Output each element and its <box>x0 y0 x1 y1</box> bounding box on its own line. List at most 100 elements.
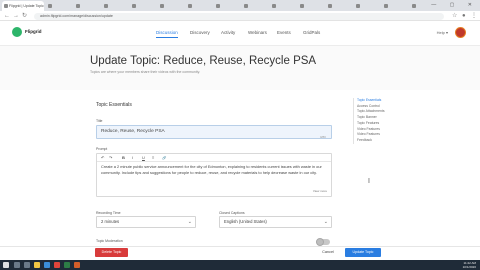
browser-tab[interactable] <box>74 1 100 11</box>
tab-favicon-icon <box>104 4 108 8</box>
title-input[interactable]: Reduce, Reuse, Recycle PSA <box>96 125 332 139</box>
editor-toolbar: ↶ ↷ B I U ≡ 🔗 <box>97 154 331 162</box>
tab-favicon-icon <box>132 4 136 8</box>
recording-time-select[interactable]: 2 minutes ⌄ <box>96 216 196 228</box>
undo-icon[interactable]: ↶ <box>101 155 104 161</box>
star-icon[interactable]: ☆ <box>452 12 457 20</box>
recording-time-value: 2 minutes <box>101 219 120 224</box>
title-char-counter: 0/80 <box>320 135 326 139</box>
tab-favicon-icon <box>4 4 8 8</box>
update-topic-button[interactable]: Update Topic <box>345 248 381 257</box>
url-field[interactable]: admin.flipgrid.com/manage/discussion/upd… <box>34 12 444 20</box>
chevron-down-icon: ⌄ <box>187 219 192 225</box>
browser-tab[interactable] <box>46 1 72 11</box>
menu-dots-icon[interactable]: ⋮ <box>471 12 477 20</box>
help-menu[interactable]: Help ▾ <box>437 30 448 35</box>
recording-time-label: Recording Time <box>96 211 121 215</box>
address-bar-row: ← → ↻ admin.flipgrid.com/manage/discussi… <box>0 11 480 21</box>
closed-captions-value: English (United States) <box>224 219 267 224</box>
view-more-link[interactable]: View more <box>313 189 327 193</box>
tab-favicon-icon <box>76 4 80 8</box>
closed-captions-select[interactable]: English (United States) ⌄ <box>219 216 332 228</box>
browser-tab[interactable] <box>102 1 128 11</box>
nav-gridpals[interactable]: GridPals <box>303 30 320 35</box>
logo-text: Flipgrid <box>25 29 42 34</box>
bold-button[interactable]: B <box>122 155 125 161</box>
action-bar <box>0 246 480 260</box>
browser-tab[interactable] <box>214 1 240 11</box>
file-explorer-icon[interactable] <box>34 262 40 268</box>
browser-tab[interactable] <box>186 1 212 11</box>
nav-webinars[interactable]: Webinars <box>248 30 267 35</box>
nav-activity[interactable]: Activity <box>221 30 235 35</box>
app-header: Flipgrid Discussion Discovery Activity W… <box>0 21 480 46</box>
toggle-knob <box>316 238 324 246</box>
task-view-icon[interactable] <box>24 262 30 268</box>
app-icon[interactable] <box>74 262 80 268</box>
windows-start-icon[interactable] <box>3 262 9 268</box>
moderation-toggle[interactable] <box>316 238 330 246</box>
title-band <box>0 46 480 90</box>
tab-favicon-icon <box>48 4 52 8</box>
underline-button[interactable]: U <box>142 155 145 161</box>
browser-tab-active[interactable]: Flipgrid | Update Topic <box>2 1 44 11</box>
title-label: Title <box>96 119 103 123</box>
app-icon[interactable] <box>64 262 70 268</box>
tab-favicon-icon <box>160 4 164 8</box>
sidenav-feedback[interactable]: Feedback <box>354 138 413 144</box>
browser-tab-strip: Flipgrid | Update Topic — ▢ ✕ <box>0 0 480 11</box>
window-controls[interactable]: — ▢ ✕ <box>431 0 478 11</box>
section-sidenav: Topic Essentials Access Control Topic At… <box>353 98 413 144</box>
nav-discovery[interactable]: Discovery <box>190 30 210 35</box>
moderation-label: Topic Moderation <box>96 239 123 243</box>
browser-tab[interactable] <box>382 1 408 11</box>
nav-discussion[interactable]: Discussion <box>156 30 178 38</box>
browser-tab[interactable] <box>130 1 156 11</box>
mouse-cursor-icon: I <box>368 178 370 185</box>
delete-topic-button[interactable]: Delete Topic <box>95 248 128 257</box>
closed-captions-label: Closed Captions <box>219 211 245 215</box>
tab-favicon-icon <box>244 4 248 8</box>
prompt-text[interactable]: Create a 2 minute public service announc… <box>101 164 327 175</box>
tab-favicon-icon <box>300 4 304 8</box>
header-user-area: Help ▾ <box>426 27 466 39</box>
tab-favicon-icon <box>356 4 360 8</box>
prompt-editor[interactable]: ↶ ↷ B I U ≡ 🔗 Create a 2 minute public s… <box>96 153 332 197</box>
system-clock[interactable]: 11:22 AM 10/1/2020 <box>463 261 476 270</box>
list-icon[interactable]: ≡ <box>152 155 154 161</box>
os-taskbar: 11:22 AM 10/1/2020 <box>0 260 480 270</box>
tab-favicon-icon <box>328 4 332 8</box>
tab-title: Flipgrid | Update Topic <box>9 4 44 8</box>
profile-icon[interactable]: ● <box>462 12 466 20</box>
page-title: Update Topic: Reduce, Reuse, Recycle PSA <box>90 55 317 67</box>
flipgrid-logo-icon[interactable] <box>12 27 22 37</box>
chrome-icon[interactable] <box>54 262 60 268</box>
tab-favicon-icon <box>272 4 276 8</box>
browser-tab[interactable] <box>326 1 352 11</box>
tab-favicon-icon <box>216 4 220 8</box>
prompt-label: Prompt <box>96 147 108 151</box>
forward-arrow-icon[interactable]: → <box>13 12 19 20</box>
browser-tab[interactable] <box>354 1 380 11</box>
page-subtitle: Topics are where your members share thei… <box>90 70 201 74</box>
clock-date: 10/1/2020 <box>462 265 476 269</box>
link-icon[interactable]: 🔗 <box>162 155 166 161</box>
browser-tab[interactable] <box>158 1 184 11</box>
section-title: Topic Essentials <box>96 102 132 108</box>
avatar[interactable] <box>455 27 466 38</box>
cancel-button[interactable]: Cancel <box>318 248 338 257</box>
chevron-down-icon: ⌄ <box>323 219 328 225</box>
italic-button[interactable]: I <box>132 155 133 161</box>
redo-icon[interactable]: ↷ <box>109 155 112 161</box>
browser-tab[interactable] <box>298 1 324 11</box>
back-arrow-icon[interactable]: ← <box>4 12 10 20</box>
tab-favicon-icon <box>384 4 388 8</box>
reload-icon[interactable]: ↻ <box>22 12 27 20</box>
mail-icon[interactable] <box>44 262 50 268</box>
tab-favicon-icon <box>412 4 416 8</box>
browser-tab[interactable] <box>242 1 268 11</box>
browser-tab[interactable] <box>270 1 296 11</box>
search-icon[interactable] <box>14 262 20 268</box>
tab-favicon-icon <box>188 4 192 8</box>
nav-events[interactable]: Events <box>277 30 291 35</box>
